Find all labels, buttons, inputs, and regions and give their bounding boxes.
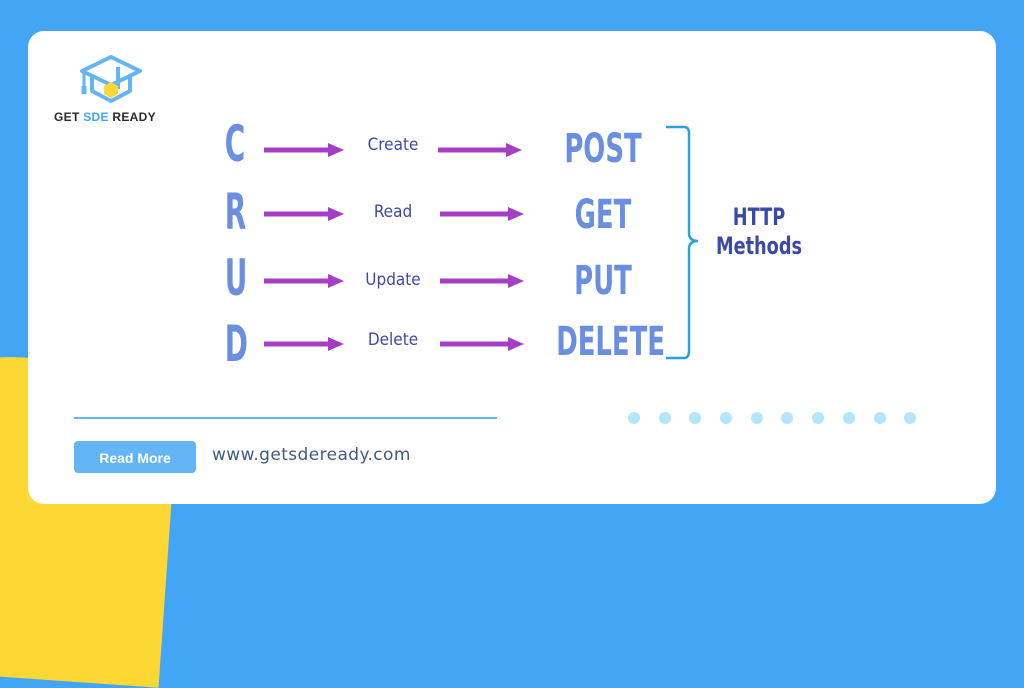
decorative-dots bbox=[628, 412, 917, 424]
decorative-dot bbox=[842, 412, 855, 424]
operation-delete: Delete bbox=[367, 330, 419, 350]
decorative-dot bbox=[689, 412, 702, 424]
right-brace-icon bbox=[666, 125, 699, 360]
decorative-dot bbox=[658, 412, 671, 424]
content-card: GET SDE READY C R U D Create Read Update… bbox=[28, 31, 996, 504]
decorative-dot bbox=[904, 412, 917, 424]
operation-create: Create bbox=[367, 135, 419, 155]
arrow-right-icon bbox=[264, 143, 344, 157]
http-methods-label-line2: Methods bbox=[715, 232, 803, 260]
arrow-right-icon bbox=[440, 337, 524, 351]
http-methods-label-line1: HTTP bbox=[732, 203, 786, 231]
decorative-dot bbox=[781, 412, 794, 424]
http-method-put: PUT bbox=[574, 258, 632, 304]
arrow-right-icon bbox=[440, 274, 524, 288]
decorative-dot bbox=[873, 412, 886, 424]
decorative-dot bbox=[812, 412, 825, 424]
arrow-right-icon bbox=[264, 337, 344, 351]
operation-update: Update bbox=[365, 270, 421, 290]
brand-name: GET SDE READY bbox=[54, 110, 156, 124]
http-method-get: GET bbox=[574, 192, 632, 238]
crud-letter-d: D bbox=[224, 315, 248, 373]
http-method-delete: DELETE bbox=[556, 319, 666, 365]
crud-letter-r: R bbox=[224, 183, 247, 241]
divider-line bbox=[74, 417, 497, 419]
website-link[interactable]: www.getsdeready.com bbox=[212, 445, 411, 465]
crud-letter-c: C bbox=[224, 115, 246, 173]
read-more-button[interactable]: Read More bbox=[74, 441, 196, 473]
arrow-right-icon bbox=[264, 207, 344, 221]
graduation-cap-logo-icon bbox=[80, 55, 142, 103]
decorative-dot bbox=[720, 412, 733, 424]
operation-read: Read bbox=[373, 202, 413, 222]
http-methods-label: HTTP Methods bbox=[714, 203, 804, 261]
crud-letter-u: U bbox=[224, 249, 248, 307]
arrow-right-icon bbox=[264, 274, 344, 288]
http-method-post: POST bbox=[564, 126, 642, 172]
arrow-right-icon bbox=[438, 143, 522, 157]
decorative-dot bbox=[628, 412, 640, 424]
decorative-dot bbox=[750, 412, 763, 424]
arrow-right-icon bbox=[440, 207, 524, 221]
